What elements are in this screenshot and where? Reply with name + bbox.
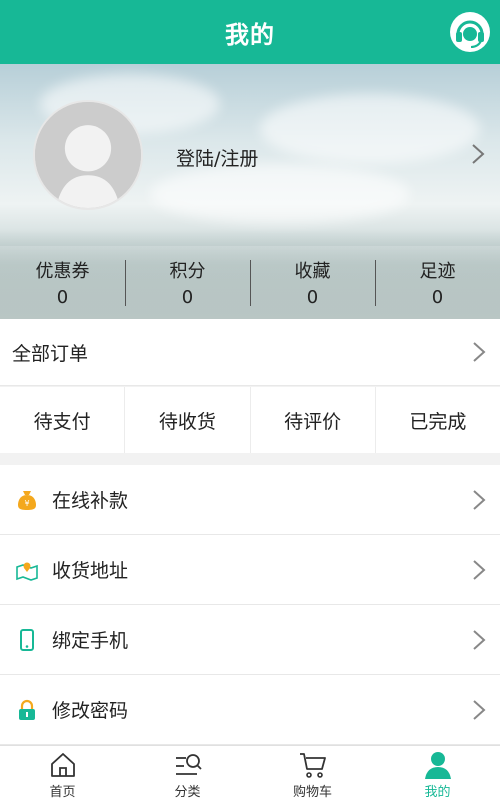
stat-value: 0 [56,287,69,308]
chevron-right-icon [473,699,486,720]
menu-item-label: 收货地址 [52,560,129,582]
stat-coupons[interactable]: 优惠券 0 [0,246,125,319]
default-avatar-icon [35,102,141,208]
tab-label: 分类 [174,785,201,800]
tab-cart[interactable]: 购物车 [250,746,375,800]
category-search-icon [175,754,202,775]
stat-footprints[interactable]: 足迹 0 [375,246,500,319]
tab-label: 购物车 [292,785,332,800]
stat-value: 0 [181,287,194,308]
order-tab-pending-receipt[interactable]: 待收货 [125,387,251,453]
tab-category[interactable]: 分类 [125,746,250,800]
menu-item-change-password[interactable]: 修改密码 [0,675,500,745]
lock-icon [19,699,35,720]
cloud-decoration [260,94,480,164]
stats-row: 优惠券 0 积分 0 收藏 0 足迹 0 [0,246,500,319]
cart-icon [299,753,326,778]
home-icon [50,753,75,777]
order-tab-pending-payment[interactable]: 待支付 [0,387,126,453]
menu-item-shipping-address[interactable]: 收货地址 [0,535,500,605]
customer-service-headset-icon[interactable] [448,10,492,54]
chevron-right-icon [473,342,486,362]
user-icon [424,752,451,779]
login-register-link[interactable]: 登陆/注册 [176,144,258,171]
menu-item-online-payment[interactable]: ¥ 在线补款 [0,465,500,535]
stat-value: 0 [306,287,319,308]
chevron-right-icon [473,629,486,650]
money-bag-icon: ¥ [18,490,36,510]
order-tab-completed[interactable]: 已完成 [376,387,500,453]
order-tab-pending-review[interactable]: 待评价 [251,387,376,453]
stat-label: 优惠券 [35,261,90,282]
all-orders-row[interactable]: 全部订单 [0,319,500,386]
stat-label: 积分 [169,261,206,282]
stat-label: 足迹 [419,261,456,282]
all-orders-label: 全部订单 [12,342,89,365]
stat-label: 收藏 [294,261,331,282]
tab-label: 首页 [49,785,76,800]
page-title: 我的 [225,20,275,49]
top-bar: 我的 [0,0,500,64]
menu-item-label: 修改密码 [52,700,129,722]
stat-points[interactable]: 积分 0 [125,246,250,319]
chevron-right-icon[interactable] [470,142,486,166]
svg-text:¥: ¥ [24,499,29,508]
phone-icon [20,628,34,651]
chevron-right-icon [473,559,486,580]
tab-label: 我的 [424,785,451,800]
menu-item-label: 绑定手机 [52,630,129,652]
menu-item-bind-phone[interactable]: 绑定手机 [0,605,500,675]
profile-header: 登陆/注册 优惠券 0 积分 0 收藏 0 足迹 0 [0,64,500,319]
avatar[interactable] [33,100,143,210]
bottom-tab-bar: 首页 分类 购物车 我的 [0,745,500,800]
map-location-icon [16,562,38,581]
stat-favorites[interactable]: 收藏 0 [250,246,375,319]
tab-home[interactable]: 首页 [0,746,125,800]
order-status-tabs: 待支付 待收货 待评价 已完成 [0,387,500,453]
chevron-right-icon [473,489,486,510]
stat-value: 0 [431,287,444,308]
menu-item-label: 在线补款 [52,490,129,512]
settings-menu: ¥ 在线补款 收货地址 绑定手机 修改密码 [0,465,500,745]
tab-mine[interactable]: 我的 [375,746,500,800]
cloud-decoration [150,164,410,224]
